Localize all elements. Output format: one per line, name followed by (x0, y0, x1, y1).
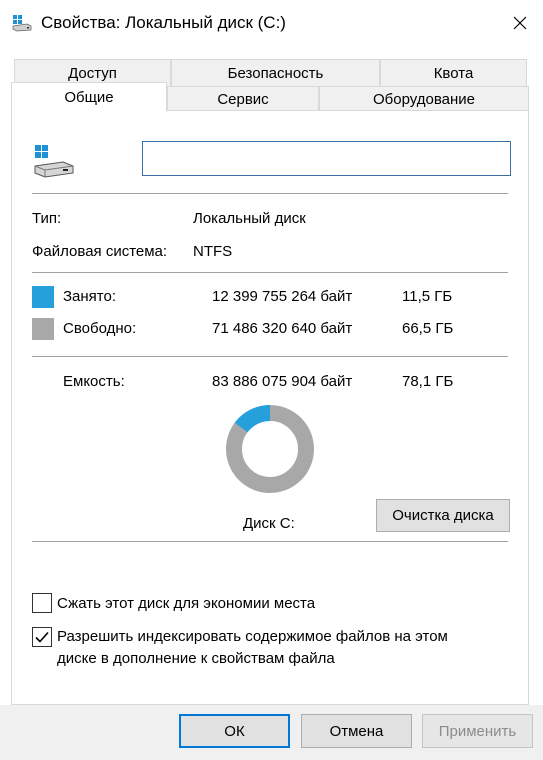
separator (32, 541, 508, 542)
tab-quota[interactable]: Квота (380, 59, 527, 86)
used-space-swatch (32, 286, 54, 308)
used-bytes: 12 399 755 264 байт (212, 288, 353, 305)
disk-usage-donut (226, 405, 314, 493)
free-label: Свободно: (63, 320, 137, 337)
separator (32, 193, 508, 194)
apply-button[interactable]: Применить (422, 714, 533, 748)
free-bytes: 71 486 320 640 байт (212, 320, 353, 337)
title-bar: Свойства: Локальный диск (C:) (0, 0, 543, 46)
type-value: Локальный диск (193, 210, 306, 227)
index-label-line1: Разрешить индексировать содержимое файло… (57, 628, 448, 645)
type-label: Тип: (32, 210, 62, 227)
tab-tools[interactable]: Сервис (167, 86, 319, 111)
used-label: Занято: (63, 288, 117, 305)
checkmark-icon (35, 631, 49, 643)
index-checkbox[interactable] (32, 627, 52, 647)
used-space-arc (234, 405, 271, 433)
close-button[interactable] (497, 0, 543, 46)
disk-cleanup-button[interactable]: Очистка диска (376, 499, 510, 532)
drive-name-input[interactable] (142, 141, 511, 176)
separator (32, 272, 508, 273)
free-size: 66,5 ГБ (402, 320, 454, 337)
disk-label: Диск C: (243, 515, 295, 532)
compress-label: Сжать этот диск для экономии места (57, 595, 316, 612)
free-space-swatch (32, 318, 54, 340)
filesystem-label: Файловая система: (32, 243, 168, 260)
ok-button[interactable]: ОК (179, 714, 290, 748)
drive-icon (34, 145, 74, 178)
filesystem-value: NTFS (193, 243, 233, 260)
used-size: 11,5 ГБ (402, 288, 453, 305)
capacity-bytes: 83 886 075 904 байт (212, 373, 353, 390)
drive-icon (12, 15, 32, 32)
window-title: Свойства: Локальный диск (C:) (41, 13, 286, 32)
capacity-label: Емкость: (63, 373, 125, 390)
compress-checkbox[interactable] (32, 593, 52, 613)
tab-hardware[interactable]: Оборудование (319, 86, 529, 111)
index-label-line2: диске в дополнение к свойствам файла (57, 650, 335, 667)
tab-security[interactable]: Безопасность (171, 59, 380, 86)
capacity-size: 78,1 ГБ (402, 373, 454, 390)
cancel-button[interactable]: Отмена (301, 714, 412, 748)
close-icon (513, 16, 527, 30)
separator (32, 356, 508, 357)
